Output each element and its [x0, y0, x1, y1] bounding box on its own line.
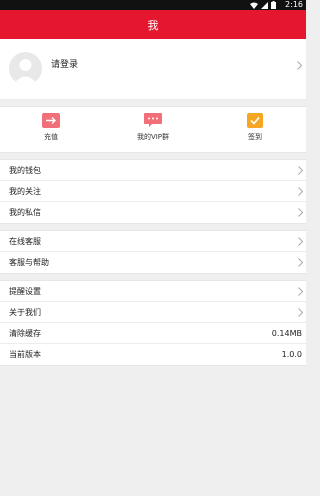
page-header: 我: [0, 10, 306, 39]
checkin-button[interactable]: 签到: [204, 107, 306, 152]
list-item-label: 当前版本: [9, 350, 41, 359]
recharge-button[interactable]: 充值: [0, 107, 102, 152]
list-item-messages[interactable]: 我的私信: [0, 202, 306, 223]
list-item-label: 我的关注: [9, 187, 41, 196]
chevron-right-icon: [298, 287, 303, 296]
status-icons: [250, 0, 276, 10]
default-avatar-icon: [13, 59, 38, 85]
chevron-right-icon: [298, 308, 303, 317]
chevron-right-icon: [298, 237, 303, 246]
list-item-following[interactable]: 我的关注: [0, 181, 306, 202]
list-item-label: 提醒设置: [9, 287, 41, 296]
chevron-right-icon: [298, 187, 303, 196]
list-item-version: 当前版本 1.0.0: [0, 344, 306, 365]
list-item-label: 我的钱包: [9, 166, 41, 175]
list-item-help[interactable]: 客服与帮助: [0, 252, 306, 273]
wifi-icon: [250, 2, 258, 9]
list-item-label: 在线客服: [9, 237, 41, 246]
chat-icon: [144, 113, 162, 127]
list-item-label: 客服与帮助: [9, 258, 49, 267]
version-value: 1.0.0: [281, 350, 302, 359]
list-item-online-service[interactable]: 在线客服: [0, 231, 306, 252]
list-item-clear-cache[interactable]: 清除缓存 0.14MB: [0, 323, 306, 344]
login-link[interactable]: 请登录: [51, 57, 78, 70]
checkin-icon: [247, 113, 263, 128]
vip-group-button[interactable]: 我的VIP群: [102, 107, 204, 152]
service-list: 在线客服 客服与帮助: [0, 230, 306, 274]
settings-list: 提醒设置 关于我们 清除缓存 0.14MB 当前版本 1.0.0: [0, 280, 306, 366]
vip-group-label: 我的VIP群: [136, 133, 170, 141]
list-item-reminder-settings[interactable]: 提醒设置: [0, 281, 306, 302]
list-item-wallet[interactable]: 我的钱包: [0, 160, 306, 181]
battery-icon: [271, 1, 276, 9]
chevron-right-icon: [298, 258, 303, 267]
chevron-right-icon: [298, 208, 303, 217]
list-item-label: 我的私信: [9, 208, 41, 217]
avatar[interactable]: [9, 52, 42, 85]
status-time: 2:16: [285, 0, 303, 9]
signal-icon: [261, 1, 268, 9]
list-item-about[interactable]: 关于我们: [0, 302, 306, 323]
recharge-icon: [42, 113, 60, 128]
profile-section[interactable]: 请登录: [0, 39, 306, 100]
recharge-label: 充值: [44, 133, 58, 141]
list-item-label: 关于我们: [9, 308, 41, 317]
chevron-right-icon: [297, 61, 302, 70]
chevron-right-icon: [298, 166, 303, 175]
page-title: 我: [147, 18, 159, 32]
list-item-label: 清除缓存: [9, 329, 41, 338]
quick-actions: 充值 我的VIP群 签到: [0, 106, 306, 153]
account-list: 我的钱包 我的关注 我的私信: [0, 159, 306, 224]
checkin-label: 签到: [248, 133, 262, 141]
cache-size-value: 0.14MB: [271, 329, 302, 338]
status-bar: 2:16: [0, 0, 306, 10]
